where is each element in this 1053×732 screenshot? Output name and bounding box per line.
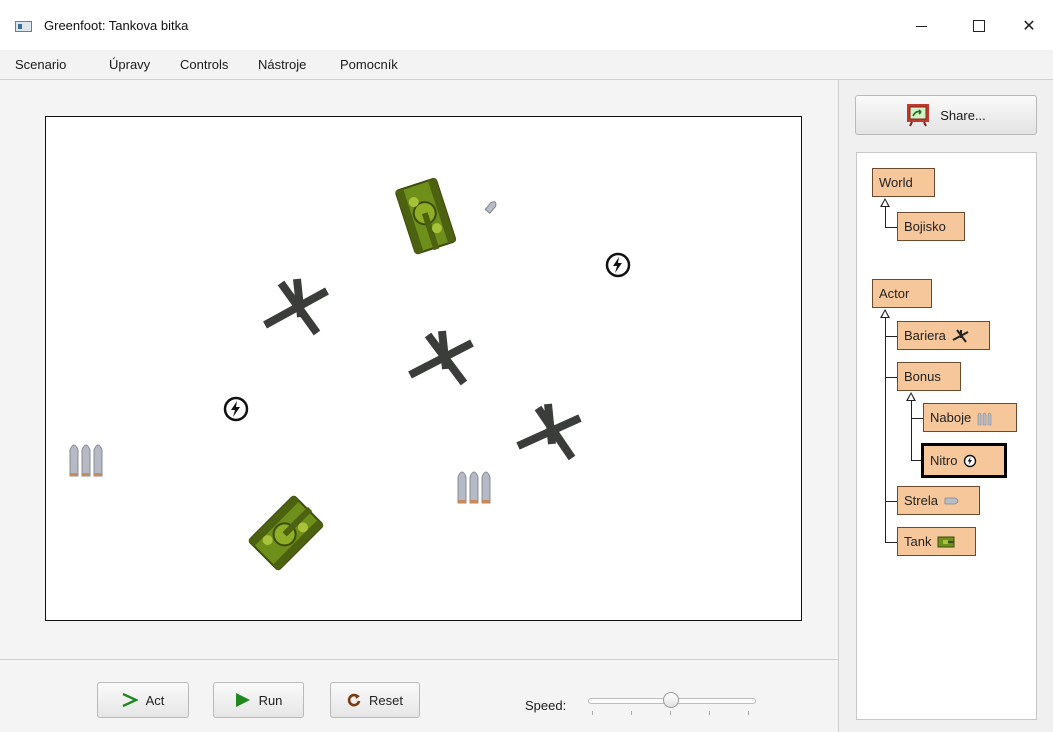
class-label: Naboje	[930, 410, 972, 425]
nitro-icon[interactable]	[222, 395, 250, 423]
slider-tick	[670, 711, 671, 715]
run-button[interactable]: Run	[213, 682, 304, 718]
menu-upravy[interactable]: Úpravy	[109, 57, 150, 72]
slider-thumb[interactable]	[663, 692, 679, 708]
share-label: Share...	[940, 107, 986, 123]
tank-icon[interactable]	[391, 177, 461, 257]
menu-controls[interactable]: Controls	[180, 57, 228, 72]
window-title: Greenfoot: Tankova bitka	[44, 18, 189, 33]
class-world[interactable]: World	[872, 168, 935, 197]
nitro-icon	[964, 454, 977, 467]
connector-line	[885, 336, 897, 337]
bullet-icon	[944, 497, 959, 504]
tank-icon	[937, 536, 955, 547]
inheritance-arrow	[906, 392, 916, 401]
run-icon	[235, 693, 250, 707]
reset-label: Reset	[369, 692, 403, 708]
slider-tick	[631, 711, 632, 715]
act-icon	[122, 693, 138, 707]
ammo-icon[interactable]	[456, 467, 496, 505]
minimize-icon	[915, 25, 927, 27]
reset-button[interactable]: Reset	[330, 682, 420, 718]
class-label: Bojisko	[904, 219, 946, 234]
nitro-icon[interactable]	[604, 251, 632, 279]
connector-line	[885, 501, 897, 502]
menu-pomocnik[interactable]: Pomocník	[340, 57, 398, 72]
connector-line	[911, 418, 923, 419]
tank-icon[interactable]	[246, 493, 326, 573]
class-strela[interactable]: Strela	[897, 486, 980, 515]
inheritance-arrow	[880, 309, 890, 318]
class-label: Bariera	[904, 328, 946, 343]
title-bar: Greenfoot: Tankova bitka ✕	[0, 0, 1053, 50]
class-naboje[interactable]: Naboje	[923, 403, 1017, 432]
maximize-icon	[973, 20, 985, 32]
control-bar: Act Run Reset Speed:	[0, 659, 839, 732]
speed-label: Speed:	[525, 698, 567, 713]
bullet-icon[interactable]	[482, 195, 502, 217]
class-bojisko[interactable]: Bojisko	[897, 212, 965, 241]
close-button[interactable]: ✕	[1006, 8, 1052, 44]
act-label: Act	[145, 692, 165, 708]
menu-bar: Scenario Úpravy Controls Nástroje Pomocn…	[0, 50, 1053, 80]
ammo-icon	[977, 412, 992, 425]
class-bonus[interactable]: Bonus	[897, 362, 961, 391]
connector-line	[885, 318, 886, 542]
connector-line	[885, 377, 897, 378]
inheritance-arrow	[880, 198, 890, 207]
connector-line	[885, 542, 897, 543]
slider-tick	[748, 711, 749, 715]
barrier-icon[interactable]	[514, 400, 590, 464]
slider-tick	[592, 711, 593, 715]
menu-nastroje[interactable]: Nástroje	[258, 57, 306, 72]
app-icon	[15, 21, 32, 32]
class-nitro[interactable]: Nitro	[921, 443, 1007, 478]
share-icon	[907, 104, 930, 127]
class-label: Tank	[904, 534, 932, 549]
connector-line	[885, 207, 886, 227]
connector-line	[885, 227, 897, 228]
barrier-icon[interactable]	[261, 275, 337, 339]
connector-line	[911, 401, 912, 461]
class-label: Bonus	[904, 369, 941, 384]
world-canvas[interactable]	[45, 116, 802, 621]
maximize-button[interactable]	[956, 8, 1002, 44]
class-bariera[interactable]: Bariera	[897, 321, 990, 350]
class-diagram: World Bojisko Actor Bariera Bonus Naboje…	[856, 152, 1037, 720]
run-label: Run	[258, 692, 283, 708]
class-label: World	[879, 175, 913, 190]
barrier-icon[interactable]	[406, 327, 482, 391]
menu-scenario[interactable]: Scenario	[15, 57, 66, 72]
class-label: Nitro	[930, 453, 958, 468]
reset-icon	[347, 693, 361, 707]
minimize-button[interactable]	[898, 8, 944, 44]
speed-slider[interactable]	[588, 692, 756, 715]
share-button[interactable]: Share...	[855, 95, 1037, 135]
act-button[interactable]: Act	[97, 682, 189, 718]
class-actor[interactable]: Actor	[872, 279, 932, 308]
class-label: Actor	[879, 286, 910, 301]
ammo-icon[interactable]	[68, 440, 108, 478]
slider-tick	[709, 711, 710, 715]
class-label: Strela	[904, 493, 938, 508]
class-tank[interactable]: Tank	[897, 527, 976, 556]
barrier-icon	[952, 328, 969, 343]
